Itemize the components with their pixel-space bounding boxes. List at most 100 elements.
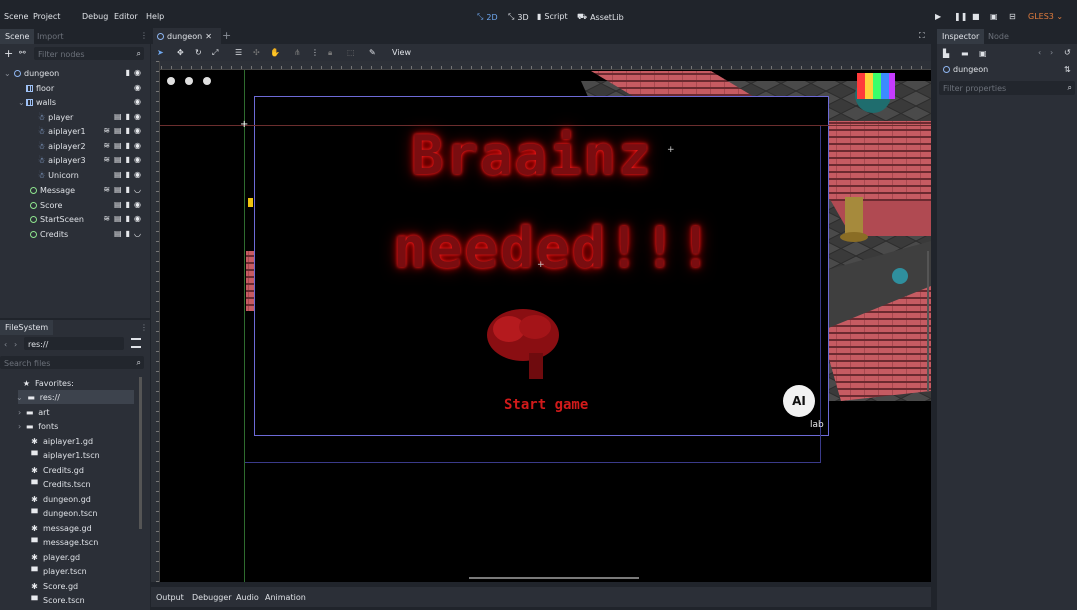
filter-nodes-input[interactable]: Filter nodes ⌕ <box>34 47 144 60</box>
move-tool-icon[interactable]: ✥ <box>177 48 184 57</box>
workspace-2d-button[interactable]: ⤡ 2D <box>477 12 498 22</box>
fs-item[interactable]: ▀ message.tscn <box>30 535 148 549</box>
pause-icon[interactable]: ❚❚ <box>954 12 967 21</box>
menu-help[interactable]: Help <box>146 12 164 21</box>
history-forward-icon[interactable]: › <box>1050 48 1053 57</box>
script-icon[interactable]: ▮ <box>126 112 130 121</box>
forward-icon[interactable]: › <box>14 340 17 349</box>
fs-item[interactable]: ✱ Score.gd <box>30 579 148 593</box>
pan-tool-icon[interactable]: ✋ <box>270 48 280 57</box>
add-node-icon[interactable]: + <box>4 47 13 60</box>
scene-instance-icon[interactable]: ▤ <box>114 141 122 150</box>
tree-item-player[interactable]: ☃ player ▤ ▮ ◉ <box>38 110 150 124</box>
script-icon[interactable]: ▮ <box>126 200 130 209</box>
fs-item[interactable]: ✱ aiplayer1.gd <box>30 434 148 448</box>
scene-instance-icon[interactable]: ▤ <box>114 200 122 209</box>
close-icon[interactable]: ✕ <box>205 32 212 41</box>
visibility-icon[interactable]: ◉ <box>134 155 141 164</box>
signal-icon[interactable]: ≋ <box>103 141 110 150</box>
script-icon[interactable]: ▮ <box>126 155 130 164</box>
fs-item[interactable]: ▀ player.tscn <box>30 564 148 578</box>
scene-instance-icon[interactable]: ▤ <box>114 126 122 135</box>
scene-instance-icon[interactable]: ▤ <box>114 229 122 238</box>
menu-editor[interactable]: Editor <box>114 12 138 21</box>
tab-import[interactable]: Import <box>32 29 69 44</box>
stop-icon[interactable]: ■ <box>972 12 980 21</box>
tree-item-aiplayer2[interactable]: ☃ aiplayer2 ≋ ▤ ▮ ◉ <box>38 139 150 153</box>
object-properties-icon[interactable]: ⇅ <box>1064 65 1071 74</box>
fs-item[interactable]: ▀ dungeon.tscn <box>30 506 148 520</box>
distraction-free-icon[interactable]: ⛶ <box>919 31 925 41</box>
visibility-icon[interactable]: ◉ <box>134 83 141 92</box>
visibility-icon[interactable]: ◉ <box>134 200 141 209</box>
tree-item-walls[interactable]: ⌄ walls ◉ <box>18 95 150 109</box>
save-icon[interactable]: ▣ <box>979 49 987 58</box>
dock-menu-icon[interactable]: ⋮ <box>140 323 148 332</box>
script-icon[interactable]: ▮ <box>126 185 130 194</box>
zoom-reset-icon[interactable] <box>185 77 193 85</box>
path-field[interactable]: res:// <box>24 337 124 350</box>
workspace-script-button[interactable]: ▮ Script <box>537 12 568 21</box>
signal-icon[interactable]: ≋ <box>103 155 110 164</box>
tree-item-floor[interactable]: floor ◉ <box>26 81 150 95</box>
fs-root[interactable]: ⌄ ▬ res:// <box>16 390 134 404</box>
fs-item[interactable]: ▀ aiplayer1.tscn <box>30 448 148 462</box>
canvas-viewport[interactable]: Braainz needed!!! Start game AI lab + + … <box>151 61 931 582</box>
scale-tool-icon[interactable]: ⤢ <box>212 48 218 58</box>
scene-instance-icon[interactable]: ▤ <box>114 170 122 179</box>
tree-item-aiplayer3[interactable]: ☃ aiplayer3 ≋ ▤ ▮ ◉ <box>38 153 150 167</box>
pivot-icon[interactable]: ✣ <box>253 48 260 57</box>
more-icon[interactable]: ⋮ <box>311 48 319 57</box>
vertical-scrollbar[interactable] <box>927 251 929 391</box>
menu-project[interactable]: Project <box>33 12 60 21</box>
bone-icon[interactable]: ✎ <box>369 48 376 57</box>
search-files-input[interactable]: Search files ⌕ <box>0 356 144 369</box>
workspace-3d-button[interactable]: ⤡ 3D <box>508 12 529 22</box>
visibility-hidden-icon[interactable]: ◡ <box>134 185 141 194</box>
menu-scene[interactable]: Scene <box>4 12 28 21</box>
link-icon[interactable]: ⚯ <box>19 48 26 57</box>
lock-icon[interactable]: 🔒︎ <box>328 48 332 58</box>
tree-item-unicorn[interactable]: ☃ Unicorn ▤ ▮ ◉ <box>38 168 150 182</box>
visibility-icon[interactable]: ◉ <box>134 97 141 106</box>
rotate-tool-icon[interactable]: ↻ <box>195 48 202 57</box>
tab-inspector[interactable]: Inspector <box>937 29 985 44</box>
tree-item-credits[interactable]: Credits ▤ ▮ ◡ <box>30 227 150 241</box>
tab-dungeon[interactable]: dungeon ✕ <box>153 28 221 44</box>
script-icon[interactable]: ▮ <box>126 126 130 135</box>
fs-item[interactable]: ✱ dungeon.gd <box>30 492 148 506</box>
start-game-button[interactable]: Start game <box>504 397 588 413</box>
history-icon[interactable]: ↺ <box>1064 48 1071 57</box>
signal-icon[interactable]: ≋ <box>103 185 110 194</box>
script-icon[interactable]: ▮ <box>126 170 130 179</box>
horizontal-scrollbar[interactable] <box>469 577 639 579</box>
history-back-icon[interactable]: ‹ <box>1038 48 1041 57</box>
script-icon[interactable]: ▮ <box>126 214 130 223</box>
play-icon[interactable]: ▶ <box>935 12 941 21</box>
fs-item[interactable]: ▀ Score.tscn <box>30 593 148 607</box>
tree-item-startsceen[interactable]: StartSceen ≋ ▤ ▮ ◉ <box>30 212 150 226</box>
object-selector[interactable]: dungeon <box>943 65 988 74</box>
signal-icon[interactable]: ≋ <box>103 126 110 135</box>
split-view-icon[interactable] <box>131 338 141 348</box>
workspace-assetlib-button[interactable]: ⛟ AssetLib <box>577 12 624 22</box>
script-icon[interactable]: ▮ <box>126 229 130 238</box>
scene-instance-icon[interactable]: ▤ <box>114 155 122 164</box>
dock-menu-icon[interactable]: ⋮ <box>140 31 148 40</box>
select-tool-icon[interactable]: ➤ <box>157 48 164 57</box>
back-icon[interactable]: ‹ <box>4 340 7 349</box>
list-select-icon[interactable]: ☰ <box>235 48 242 57</box>
visibility-icon[interactable]: ◉ <box>134 68 141 77</box>
script-icon[interactable]: ▮ <box>126 141 130 150</box>
play-scene-icon[interactable]: ▣ <box>990 12 998 21</box>
tab-node[interactable]: Node <box>983 29 1014 44</box>
play-custom-scene-icon[interactable]: ⊟ <box>1009 12 1016 21</box>
visibility-icon[interactable]: ◉ <box>134 170 141 179</box>
scene-instance-icon[interactable]: ▤ <box>114 112 122 121</box>
signal-icon[interactable]: ≋ <box>103 214 110 223</box>
tree-item-score[interactable]: Score ▤ ▮ ◉ <box>30 198 150 212</box>
fs-item[interactable]: ▀ Credits.tscn <box>30 477 148 491</box>
tab-filesystem[interactable]: FileSystem <box>0 320 54 335</box>
new-resource-icon[interactable]: ▙ <box>943 49 949 58</box>
visibility-hidden-icon[interactable]: ◡ <box>134 229 141 238</box>
